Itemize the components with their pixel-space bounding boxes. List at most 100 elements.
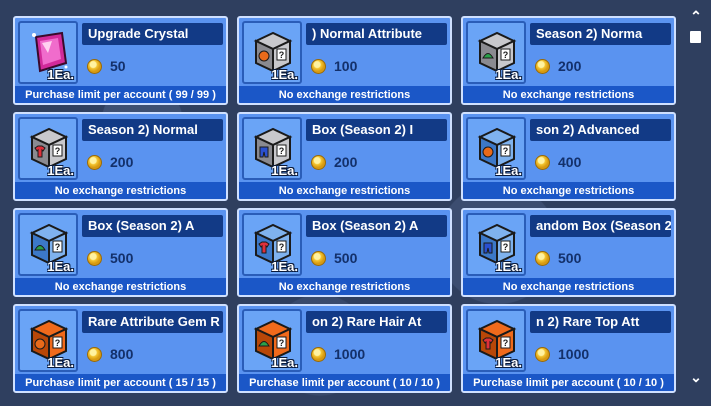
purchase-limit-bar: No exchange restrictions — [463, 278, 674, 295]
scrollbar-thumb[interactable] — [690, 31, 701, 43]
svg-text:?: ? — [503, 338, 509, 348]
price-row: 200 — [87, 153, 133, 171]
item-name-bar: son 2) Advanced — [530, 119, 671, 141]
item-quantity: 1Ea. — [271, 259, 298, 274]
item-name-bar: Season 2) Norma — [530, 23, 671, 45]
item-thumbnail: ? 1Ea. — [18, 309, 78, 372]
item-quantity: 1Ea. — [495, 163, 522, 178]
item-price: 200 — [334, 154, 358, 170]
purchase-limit-text: Purchase limit per account ( 10 / 10 ) — [249, 376, 440, 389]
item-name: n 2) Rare Top Att — [536, 314, 640, 329]
purchase-limit-text: Purchase limit per account ( 15 / 15 ) — [25, 376, 216, 389]
purchase-limit-text: No exchange restrictions — [278, 88, 411, 101]
shop-item-card[interactable]: ? 1Ea. Box (Season 2) A 500 No exchange rest… — [237, 208, 452, 297]
coin-icon — [311, 58, 326, 74]
item-price: 200 — [110, 154, 134, 170]
svg-text:?: ? — [279, 146, 285, 156]
item-name: on 2) Rare Hair At — [312, 314, 422, 329]
purchase-limit-bar: No exchange restrictions — [239, 182, 450, 199]
purchase-limit-text: No exchange restrictions — [278, 184, 411, 197]
coin-icon — [87, 58, 102, 74]
purchase-limit-bar: No exchange restrictions — [15, 182, 226, 199]
purchase-limit-bar: No exchange restrictions — [15, 278, 226, 295]
price-row: 500 — [535, 249, 581, 267]
purchase-limit-bar: Purchase limit per account ( 10 / 10 ) — [463, 374, 674, 391]
shop-item-card[interactable]: ? 1Ea. Season 2) Normal 200 No exchange rest… — [13, 112, 228, 201]
item-name: Box (Season 2) A — [88, 218, 195, 233]
price-row: 200 — [535, 57, 581, 75]
purchase-limit-text: No exchange restrictions — [502, 88, 635, 101]
item-quantity: 1Ea. — [271, 163, 298, 178]
item-thumbnail: ? 1Ea. — [466, 309, 526, 372]
item-name: ) Normal Attribute — [312, 26, 423, 41]
item-thumbnail: ? 1Ea. — [466, 117, 526, 180]
shop-item-card[interactable]: ? 1Ea. n 2) Rare Top Att 1000 Purchase limit… — [461, 304, 676, 393]
item-thumbnail: ? 1Ea. — [242, 309, 302, 372]
price-row: 500 — [87, 249, 133, 267]
item-thumbnail: ? 1Ea. — [466, 21, 526, 84]
purchase-limit-text: No exchange restrictions — [54, 280, 187, 293]
item-name: Season 2) Normal — [88, 122, 198, 137]
item-name-bar: Rare Attribute Gem R — [82, 311, 223, 333]
item-name-bar: on 2) Rare Hair At — [306, 311, 447, 333]
item-price: 400 — [558, 154, 582, 170]
item-price: 800 — [110, 346, 134, 362]
shop-item-card[interactable]: ? 1Ea. andom Box (Season 2 500 No exchange r… — [461, 208, 676, 297]
shop-item-card[interactable]: 1Ea. Upgrade Crystal 50 Purchase limit per … — [13, 16, 228, 105]
item-quantity: 1Ea. — [47, 355, 74, 370]
item-thumbnail: ? 1Ea. — [18, 117, 78, 180]
item-quantity: 1Ea. — [495, 355, 522, 370]
svg-text:?: ? — [55, 242, 61, 252]
item-name: Box (Season 2) A — [312, 218, 419, 233]
shop-item-card[interactable]: ? 1Ea. Box (Season 2) I 200 No exchange rest… — [237, 112, 452, 201]
purchase-limit-bar: No exchange restrictions — [463, 182, 674, 199]
shop-item-card[interactable]: ? 1Ea. son 2) Advanced 400 No exchange restr… — [461, 112, 676, 201]
svg-text:?: ? — [503, 146, 509, 156]
svg-text:?: ? — [279, 242, 285, 252]
coin-icon — [535, 58, 550, 74]
item-name-bar: Box (Season 2) A — [82, 215, 223, 237]
item-name: Rare Attribute Gem R — [88, 314, 220, 329]
coin-icon — [535, 346, 550, 362]
item-thumbnail: 1Ea. — [18, 21, 78, 84]
item-name-bar: ) Normal Attribute — [306, 23, 447, 45]
item-thumbnail: ? 1Ea. — [242, 213, 302, 276]
purchase-limit-text: No exchange restrictions — [502, 184, 635, 197]
shop-item-card[interactable]: ? 1Ea. on 2) Rare Hair At 1000 Purchase limi… — [237, 304, 452, 393]
price-row: 800 — [87, 345, 133, 363]
shop-item-card[interactable]: ? 1Ea. Season 2) Norma 200 No exchange restr… — [461, 16, 676, 105]
shop-item-card[interactable]: ? 1Ea.) Normal Attribute 100 No exchange re… — [237, 16, 452, 105]
purchase-limit-text: Purchase limit per account ( 10 / 10 ) — [473, 376, 664, 389]
item-quantity: 1Ea. — [495, 259, 522, 274]
chevron-up-icon[interactable]: ⌃ — [689, 9, 703, 23]
purchase-limit-bar: Purchase limit per account ( 10 / 10 ) — [239, 374, 450, 391]
item-price: 50 — [110, 58, 126, 74]
purchase-limit-bar: Purchase limit per account ( 99 / 99 ) — [15, 86, 226, 103]
item-thumbnail: ? 1Ea. — [242, 117, 302, 180]
item-name-bar: Box (Season 2) A — [306, 215, 447, 237]
shop-item-card[interactable]: ? 1Ea. Box (Season 2) A 500 No exchange rest… — [13, 208, 228, 297]
shop-item-grid: 1Ea. Upgrade Crystal 50 Purchase limit per … — [13, 16, 676, 393]
price-row: 500 — [311, 249, 357, 267]
item-price: 1000 — [334, 346, 366, 362]
price-row: 50 — [87, 57, 126, 75]
purchase-limit-bar: No exchange restrictions — [239, 278, 450, 295]
chevron-down-icon[interactable]: ⌄ — [689, 370, 703, 384]
coin-icon — [311, 250, 326, 266]
item-price: 100 — [334, 58, 358, 74]
purchase-limit-bar: No exchange restrictions — [239, 86, 450, 103]
purchase-limit-bar: Purchase limit per account ( 15 / 15 ) — [15, 374, 226, 391]
price-row: 100 — [311, 57, 357, 75]
item-price: 500 — [558, 250, 582, 266]
shop-item-card[interactable]: ? 1Ea. Rare Attribute Gem R 800 Purchase lim… — [13, 304, 228, 393]
item-name-bar: andom Box (Season 2 — [530, 215, 671, 237]
svg-text:?: ? — [503, 50, 509, 60]
svg-text:?: ? — [55, 146, 61, 156]
coin-icon — [87, 154, 102, 170]
coin-icon — [87, 250, 102, 266]
coin-icon — [311, 154, 326, 170]
item-name: Season 2) Norma — [536, 26, 643, 41]
item-thumbnail: ? 1Ea. — [466, 213, 526, 276]
item-quantity: 1Ea. — [495, 67, 522, 82]
item-thumbnail: ? 1Ea. — [18, 213, 78, 276]
